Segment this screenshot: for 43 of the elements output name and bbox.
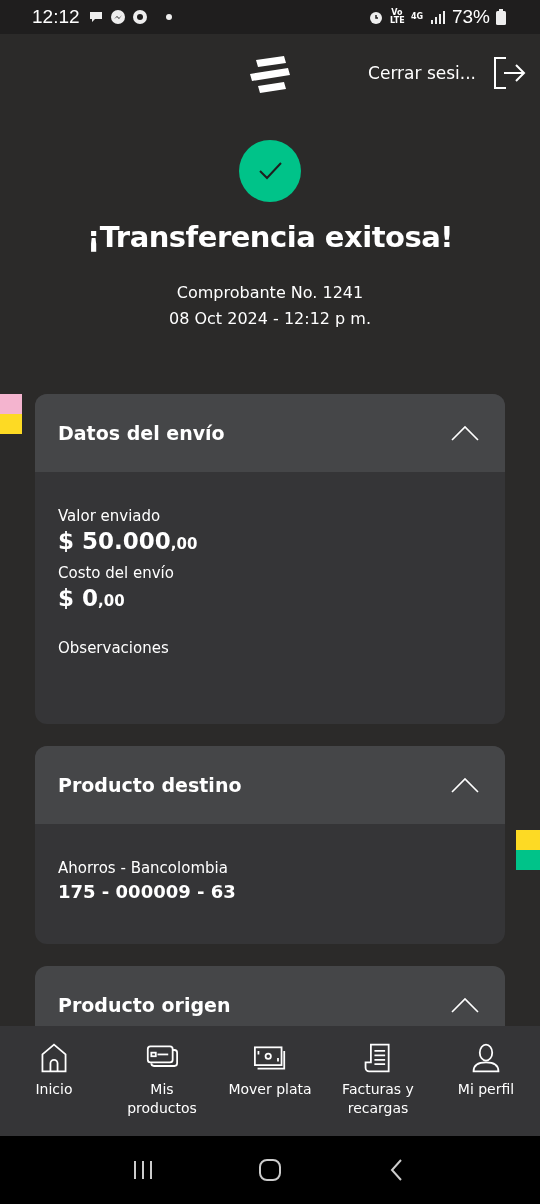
chevron-icon bbox=[451, 997, 479, 1013]
field-label: Costo del envío bbox=[58, 563, 175, 583]
section-title: Producto destino bbox=[58, 774, 242, 796]
nav-money-button[interactable]: Mover plata bbox=[216, 1042, 324, 1136]
browser-icon bbox=[131, 9, 148, 25]
recent-apps-icon[interactable] bbox=[132, 1159, 155, 1181]
nav-profile-button[interactable]: Mi perfil bbox=[432, 1042, 540, 1136]
nav-home-button[interactable]: Inicio bbox=[0, 1042, 108, 1136]
receipt-datetime: 08 Oct 2024 - 12:12 p m. bbox=[169, 308, 371, 330]
section-header[interactable]: Datos del envío bbox=[35, 394, 505, 472]
section-title: Datos del envío bbox=[58, 422, 225, 444]
messenger-icon bbox=[109, 9, 126, 25]
amount-value: $ 50.000,00 bbox=[58, 527, 199, 556]
logout-button[interactable]: Cerrar sesi... bbox=[368, 56, 526, 90]
success-title: ¡Transferencia exitosa! bbox=[87, 220, 453, 254]
ribbon-decoration bbox=[516, 830, 540, 870]
alarm-icon bbox=[367, 9, 384, 25]
notification-dot-icon bbox=[165, 14, 172, 20]
network-label: 4G bbox=[409, 13, 424, 21]
chat-icon bbox=[87, 9, 104, 25]
nav-bill-button[interactable]: Facturas y recargas bbox=[324, 1042, 432, 1136]
battery-icon bbox=[496, 9, 506, 25]
section-header[interactable]: Producto destino bbox=[35, 746, 505, 824]
logout-icon bbox=[492, 56, 526, 90]
receipt-number: Comprobante No. 1241 bbox=[176, 282, 364, 304]
amount-value: $ 0,00 bbox=[58, 584, 126, 613]
signal-icon bbox=[429, 10, 446, 24]
nav-cards-button[interactable]: Mis productos bbox=[108, 1042, 216, 1136]
field-label: Valor enviado bbox=[58, 506, 162, 526]
status-time: 12:12 bbox=[32, 6, 80, 28]
home-icon[interactable] bbox=[259, 1159, 281, 1181]
chevron-icon bbox=[451, 425, 479, 441]
ribbon-decoration bbox=[0, 394, 22, 434]
chevron-icon bbox=[451, 777, 479, 793]
section-title: Producto origen bbox=[58, 994, 231, 1016]
battery-percent: 73% bbox=[451, 6, 490, 28]
logo-icon bbox=[248, 54, 292, 94]
section-header[interactable]: Producto origen bbox=[35, 966, 505, 1026]
account-type: Ahorros - Bancolombia bbox=[58, 858, 229, 878]
success-check-icon bbox=[239, 140, 301, 202]
field-label: Observaciones bbox=[58, 638, 170, 658]
network-label: Vo LTE bbox=[389, 9, 404, 25]
account-number: 175 - 000009 - 63 bbox=[58, 880, 237, 904]
